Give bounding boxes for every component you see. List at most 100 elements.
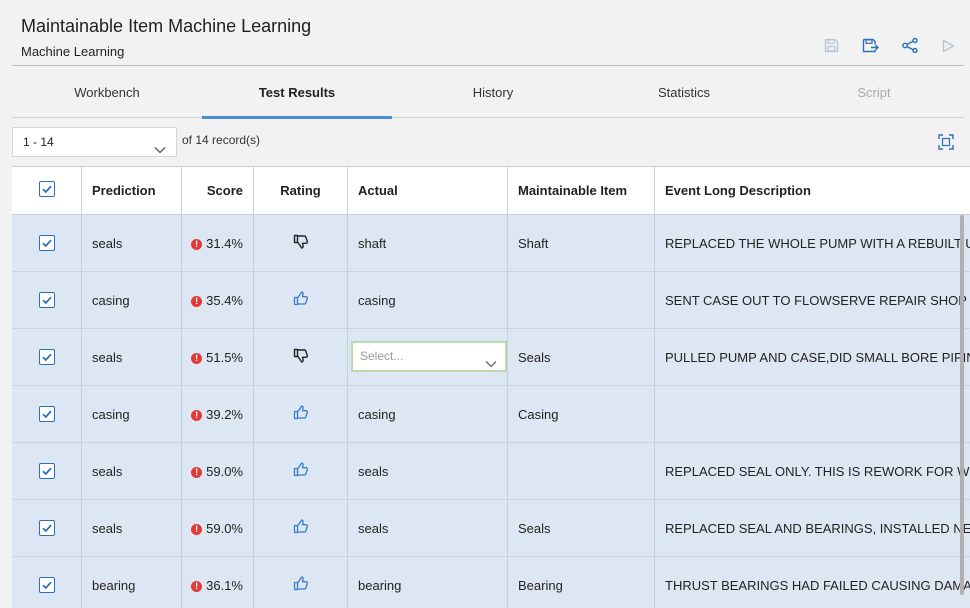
actual-cell: casing bbox=[348, 386, 508, 443]
row-checkbox[interactable] bbox=[39, 520, 55, 536]
rating-cell bbox=[254, 557, 348, 608]
alert-icon: ! bbox=[191, 581, 203, 592]
table-row[interactable]: seals! 59.0% seals Seals REPLACED SEAL AND B… bbox=[12, 500, 970, 557]
alert-icon: ! bbox=[191, 239, 203, 250]
actual-cell: casing bbox=[348, 272, 508, 329]
thumbs-up-icon[interactable] bbox=[293, 444, 309, 500]
table-row[interactable]: casing! 39.2% casing Casing bbox=[12, 386, 970, 443]
thumbs-down-icon[interactable] bbox=[293, 216, 309, 272]
table-row[interactable]: casing! 35.4% casing SENT CASE OUT TO FLOWS… bbox=[12, 272, 970, 329]
select-all-checkbox[interactable] bbox=[39, 181, 55, 197]
record-count: of 14 record(s) bbox=[182, 133, 261, 147]
score-cell: ! 51.5% bbox=[182, 329, 254, 386]
tab-bar: Workbench Test Results History Statistic… bbox=[12, 66, 964, 119]
row-checkbox[interactable] bbox=[39, 292, 55, 308]
column-header-maintainable-item[interactable]: Maintainable Item bbox=[508, 167, 655, 215]
maintainable-item-cell: Bearing bbox=[508, 557, 655, 608]
row-select-cell bbox=[12, 215, 82, 272]
row-checkbox[interactable] bbox=[39, 235, 55, 251]
alert-icon: ! bbox=[191, 353, 203, 364]
row-select-cell bbox=[12, 272, 82, 329]
thumbs-up-icon[interactable] bbox=[293, 387, 309, 443]
event-description-cell bbox=[655, 386, 970, 443]
actual-select[interactable]: Select... bbox=[351, 341, 507, 372]
share-icon[interactable] bbox=[900, 36, 919, 55]
tab-workbench[interactable]: Workbench bbox=[12, 66, 202, 118]
prediction-cell: bearing bbox=[82, 557, 182, 608]
score-cell: ! 39.2% bbox=[182, 386, 254, 443]
rating-cell bbox=[254, 386, 348, 443]
actual-cell: shaft bbox=[348, 215, 508, 272]
page-range-select[interactable]: 1 - 14 bbox=[12, 127, 177, 157]
event-description-cell: THRUST BEARINGS HAD FAILED CAUSING DAMAG… bbox=[665, 578, 970, 593]
maintainable-item-cell: Casing bbox=[508, 386, 655, 443]
prediction-cell: casing bbox=[82, 386, 182, 443]
row-select-cell bbox=[12, 557, 82, 608]
thumbs-down-icon[interactable] bbox=[293, 330, 309, 386]
page-range-value: 1 - 14 bbox=[23, 135, 54, 149]
score-value: 51.5% bbox=[206, 350, 243, 365]
page-header: Maintainable Item Machine Learning Machi… bbox=[0, 0, 970, 66]
event-description-cell: PULLED PUMP AND CASE,DID SMALL BORE PIPI… bbox=[665, 350, 970, 365]
row-checkbox[interactable] bbox=[39, 349, 55, 365]
rating-cell bbox=[254, 500, 348, 557]
score-value: 31.4% bbox=[206, 236, 243, 251]
row-checkbox[interactable] bbox=[39, 463, 55, 479]
page-title: Maintainable Item Machine Learning bbox=[21, 16, 312, 36]
maintainable-item-cell: Seals bbox=[508, 329, 655, 386]
table-header: Prediction Score Rating Actual Maintaina… bbox=[12, 167, 970, 215]
save-icon[interactable] bbox=[822, 36, 841, 55]
column-header-prediction[interactable]: Prediction bbox=[82, 167, 182, 215]
maintainable-item-cell: Shaft bbox=[508, 215, 655, 272]
thumbs-up-icon[interactable] bbox=[293, 558, 309, 608]
chevron-down-icon bbox=[154, 136, 166, 164]
actual-cell: seals bbox=[348, 443, 508, 500]
table-row[interactable]: seals! 59.0% seals REPLACED SEAL ONLY. THIS… bbox=[12, 443, 970, 500]
alert-icon: ! bbox=[191, 410, 203, 421]
event-description-cell: SENT CASE OUT TO FLOWSERVE REPAIR SHOP T… bbox=[665, 293, 970, 308]
tab-test-results[interactable]: Test Results bbox=[202, 66, 392, 119]
row-checkbox[interactable] bbox=[39, 577, 55, 593]
maintainable-item-cell bbox=[508, 443, 655, 500]
table-row[interactable]: bearing! 36.1% bearing Bearing THRUST BEARIN… bbox=[12, 557, 970, 608]
tab-script[interactable]: Script bbox=[779, 66, 969, 118]
event-description-cell: REPLACED THE WHOLE PUMP WITH A REBUILT U… bbox=[665, 236, 970, 251]
thumbs-up-icon[interactable] bbox=[293, 273, 309, 329]
row-select-cell bbox=[12, 443, 82, 500]
select-all-cell bbox=[12, 167, 82, 215]
alert-icon: ! bbox=[191, 296, 203, 307]
prediction-cell: seals bbox=[82, 329, 182, 386]
column-header-rating[interactable]: Rating bbox=[254, 167, 348, 215]
event-description-cell: REPLACED SEAL AND BEARINGS, INSTALLED NE… bbox=[665, 521, 970, 536]
alert-icon: ! bbox=[191, 467, 203, 478]
rating-cell bbox=[254, 272, 348, 329]
score-cell: ! 59.0% bbox=[182, 443, 254, 500]
table-row[interactable]: seals! 51.5% Select... Seals PULLED PUMP AND… bbox=[12, 329, 970, 386]
save-as-icon[interactable] bbox=[861, 36, 880, 55]
row-checkbox[interactable] bbox=[39, 406, 55, 422]
prediction-cell: casing bbox=[82, 272, 182, 329]
rating-cell bbox=[254, 215, 348, 272]
score-value: 59.0% bbox=[206, 464, 243, 479]
rating-cell bbox=[254, 443, 348, 500]
run-icon[interactable] bbox=[939, 36, 958, 55]
chevron-down-icon bbox=[485, 351, 497, 378]
thumbs-up-icon[interactable] bbox=[293, 501, 309, 557]
vertical-scrollbar[interactable] bbox=[960, 215, 964, 595]
row-select-cell bbox=[12, 329, 82, 386]
score-value: 36.1% bbox=[206, 578, 243, 593]
score-value: 39.2% bbox=[206, 407, 243, 422]
score-cell: ! 59.0% bbox=[182, 500, 254, 557]
prediction-cell: seals bbox=[82, 500, 182, 557]
tab-history[interactable]: History bbox=[398, 66, 588, 118]
fullscreen-icon[interactable] bbox=[938, 134, 954, 150]
actual-select-placeholder: Select... bbox=[360, 349, 404, 363]
table-row[interactable]: seals! 31.4% shaft Shaft REPLACED THE WHOLE … bbox=[12, 215, 970, 272]
tab-statistics[interactable]: Statistics bbox=[589, 66, 779, 118]
alert-icon: ! bbox=[191, 524, 203, 535]
column-header-event-long-description[interactable]: Event Long Description bbox=[655, 167, 970, 215]
column-header-score[interactable]: Score bbox=[182, 167, 254, 215]
row-select-cell bbox=[12, 500, 82, 557]
column-header-actual[interactable]: Actual bbox=[348, 167, 508, 215]
score-cell: ! 36.1% bbox=[182, 557, 254, 608]
